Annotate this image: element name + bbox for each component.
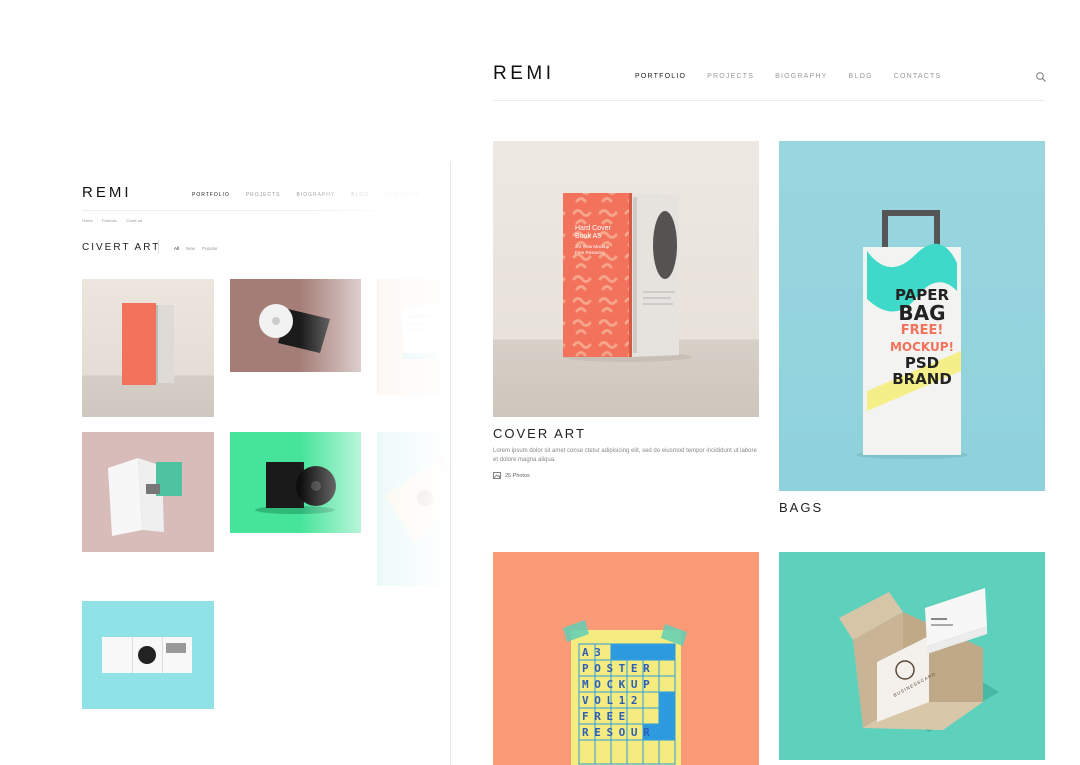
thumb-notebook[interactable] [377, 432, 451, 586]
card-description: Lorem ipsum dolor sit amet conse ctetur … [493, 448, 757, 463]
bag-print-text: PAPER BAG FREE! MOCKUP! PSD BRAND [889, 286, 955, 388]
nav-portfolio[interactable]: PORTFOLIO [635, 73, 686, 80]
book-cover-text: Hard Cover Book A5 2/4 View Mockup Free … [575, 225, 611, 255]
thumb-book-cover[interactable] [82, 279, 214, 417]
breadcrumb-portfolio[interactable]: Portfolio [102, 218, 117, 223]
poster-grid-text: A3 POSTER MOCKUP VOL12 FREE RESOUR [582, 646, 656, 739]
image-icon [493, 472, 501, 479]
thumb-open-book[interactable] [377, 279, 451, 395]
back-page-title: CIVERT ART [82, 242, 161, 253]
nav-blog[interactable]: BLOG [849, 73, 873, 80]
filter-popular[interactable]: Popular [202, 246, 218, 251]
back-logo[interactable]: REMI [82, 184, 132, 201]
back-page-preview: REMI PORTFOLIO PROJECTS BIOGRAPHY BLOG C… [0, 162, 451, 765]
card-bags-image[interactable]: PAPER BAG FREE! MOCKUP! PSD BRAND [779, 141, 1045, 491]
filter-new[interactable]: New [186, 246, 195, 251]
back-nav: PORTFOLIO PROJECTS BIOGRAPHY BLOG CONTAC… [192, 192, 420, 198]
header-divider [493, 100, 1045, 101]
filter-all[interactable]: All [174, 246, 179, 251]
breadcrumb-separator: · [120, 218, 123, 223]
thumb-vinyl[interactable] [230, 432, 361, 533]
breadcrumb-home[interactable]: Home [82, 218, 93, 223]
main-nav: PORTFOLIO PROJECTS BIOGRAPHY BLOG CONTAC… [635, 73, 941, 80]
nav-projects[interactable]: PROJECTS [707, 73, 754, 80]
vinyl-image [255, 462, 336, 514]
hardcover-book-mockup [563, 193, 691, 362]
card-poster-image[interactable]: A3 POSTER MOCKUP VOL12 FREE RESOUR [493, 552, 759, 765]
book-mockup-image [122, 303, 174, 385]
back-nav-biography[interactable]: BIOGRAPHY [296, 192, 335, 198]
business-card-box-mockup [839, 588, 999, 732]
title-separator [158, 240, 159, 254]
notebook-image [385, 456, 451, 542]
nav-biography[interactable]: BIOGRAPHY [775, 73, 827, 80]
breadcrumb-separator: · [96, 218, 99, 223]
thumb-cd-sleeve[interactable] [230, 279, 361, 372]
front-page: REMI PORTFOLIO PROJECTS BIOGRAPHY BLOG C… [451, 0, 1080, 765]
back-nav-contacts[interactable]: CONTACTS [385, 192, 420, 198]
thumb-magazine[interactable] [82, 432, 214, 552]
cd-mockup-image [259, 304, 330, 353]
site-logo[interactable]: REMI [493, 63, 555, 85]
magazine-image [108, 458, 182, 536]
thumb-brochure[interactable] [82, 601, 214, 709]
photo-count-label: 25 Photos [505, 472, 530, 479]
search-icon[interactable] [1035, 71, 1047, 83]
breadcrumb-current: Civert art [126, 218, 143, 223]
brochure-image [102, 637, 192, 673]
nav-contacts[interactable]: CONTACTS [894, 73, 942, 80]
card-title-bags[interactable]: BAGS [779, 500, 823, 515]
card-cover-art-image[interactable]: Hard Cover Book A5 2/4 View Mockup Free … [493, 141, 759, 417]
card-title-cover-art[interactable]: COVER ART [493, 426, 586, 441]
filter-tabs: All New Popular [174, 246, 218, 251]
back-nav-blog[interactable]: BLOG [351, 192, 369, 198]
card-business-cards-image[interactable]: BUSINESSCARD [779, 552, 1045, 760]
breadcrumb: Home · Portfolio · Civert art [82, 218, 142, 223]
open-book-image [401, 301, 451, 359]
photo-count: 25 Photos [493, 472, 530, 479]
back-nav-projects[interactable]: PROJECTS [246, 192, 281, 198]
back-nav-portfolio[interactable]: PORTFOLIO [192, 192, 230, 198]
back-divider [82, 210, 450, 211]
